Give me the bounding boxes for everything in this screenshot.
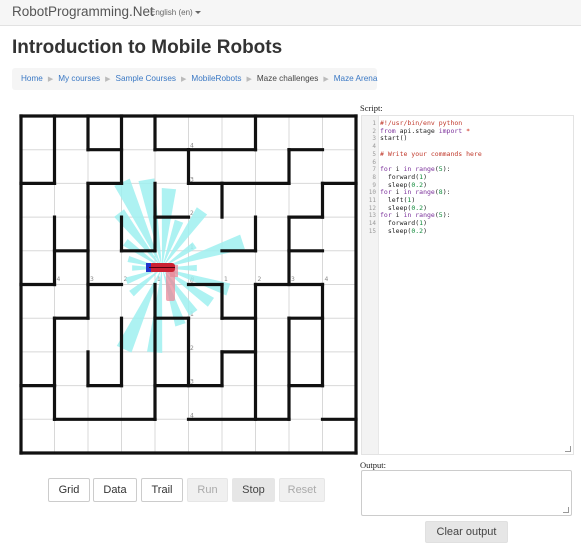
line-number: 12 (368, 204, 376, 212)
site-brand[interactable]: RobotProgramming.Net (12, 4, 154, 19)
reset-button[interactable]: Reset (279, 478, 325, 502)
script-editor[interactable]: 1 #!/usr/bin/env python 2 from api.stage im… (361, 115, 574, 455)
line-number: 9 (372, 181, 376, 189)
language-label: English (en) (150, 8, 193, 17)
breadcrumb-my-courses[interactable]: My courses (58, 74, 100, 83)
line-number: 14 (368, 220, 376, 228)
line-number: 1 (372, 120, 376, 127)
breadcrumb-separator-icon: ▶ (181, 76, 187, 83)
grid-col-label: 3 (90, 276, 94, 283)
breadcrumb-separator-icon: ▶ (105, 76, 111, 83)
robot (146, 263, 175, 272)
line-number: 5 (372, 150, 376, 158)
line-number: 11 (368, 197, 376, 204)
grid-button[interactable]: Grid (48, 478, 90, 502)
breadcrumb-home[interactable]: Home (21, 74, 43, 83)
script-label: Script: (360, 103, 383, 113)
line-number: 13 (368, 212, 376, 220)
line-number: 15 (368, 227, 376, 235)
code-line: sleep(0.2) (387, 226, 427, 235)
output-textarea[interactable] (361, 470, 572, 516)
grid-col-label: 1 (224, 276, 228, 283)
line-number: 8 (372, 173, 376, 181)
grid-col-label: 4 (57, 276, 61, 283)
data-button[interactable]: Data (93, 478, 137, 502)
clear-output-button[interactable]: Clear output (425, 521, 508, 543)
maze-arena-canvas[interactable]: 432101234432101234 (18, 113, 358, 455)
line-number: 6 (372, 158, 376, 166)
navbar: RobotProgramming.Net English (en) (0, 0, 581, 26)
stop-button[interactable]: Stop (232, 478, 275, 502)
line-number: 10 (368, 189, 376, 197)
line-number: 3 (372, 135, 376, 143)
line-number: 2 (372, 127, 376, 135)
caret-down-icon (194, 11, 201, 15)
breadcrumb-sample-courses[interactable]: Sample Courses (115, 74, 176, 83)
code-line: # Write your commands here (380, 149, 482, 158)
breadcrumb-separator-icon: ▶ (47, 76, 54, 83)
grid-col-label: 2 (258, 276, 262, 283)
breadcrumb-mobilerobots[interactable]: MobileRobots (191, 74, 241, 83)
grid-col-label: 4 (325, 276, 329, 283)
output-label: Output: (360, 460, 386, 470)
page-title: Introduction to Mobile Robots (12, 37, 283, 58)
breadcrumb-separator-icon: ▶ (323, 76, 329, 83)
line-number: 4 (372, 143, 376, 151)
code-line: start() (380, 134, 408, 143)
trail-button[interactable]: Trail (141, 478, 183, 502)
breadcrumb-maze-arena[interactable]: Maze Arena (334, 74, 378, 83)
grid-row-label: 2 (190, 345, 194, 352)
language-menu[interactable]: English (en) (150, 8, 201, 17)
resize-handle-icon[interactable] (565, 446, 571, 452)
line-number: 7 (372, 166, 376, 174)
run-button[interactable]: Run (187, 478, 228, 502)
resize-handle-icon[interactable] (563, 507, 569, 513)
grid-col-label: 3 (291, 276, 295, 283)
sensor-rays (114, 178, 245, 353)
breadcrumb-maze-challenges: Maze challenges (256, 74, 319, 83)
breadcrumb-separator-icon: ▶ (246, 76, 252, 83)
breadcrumb: Home ▶ My courses ▶ Sample Courses ▶ MobileRob… (12, 68, 377, 90)
